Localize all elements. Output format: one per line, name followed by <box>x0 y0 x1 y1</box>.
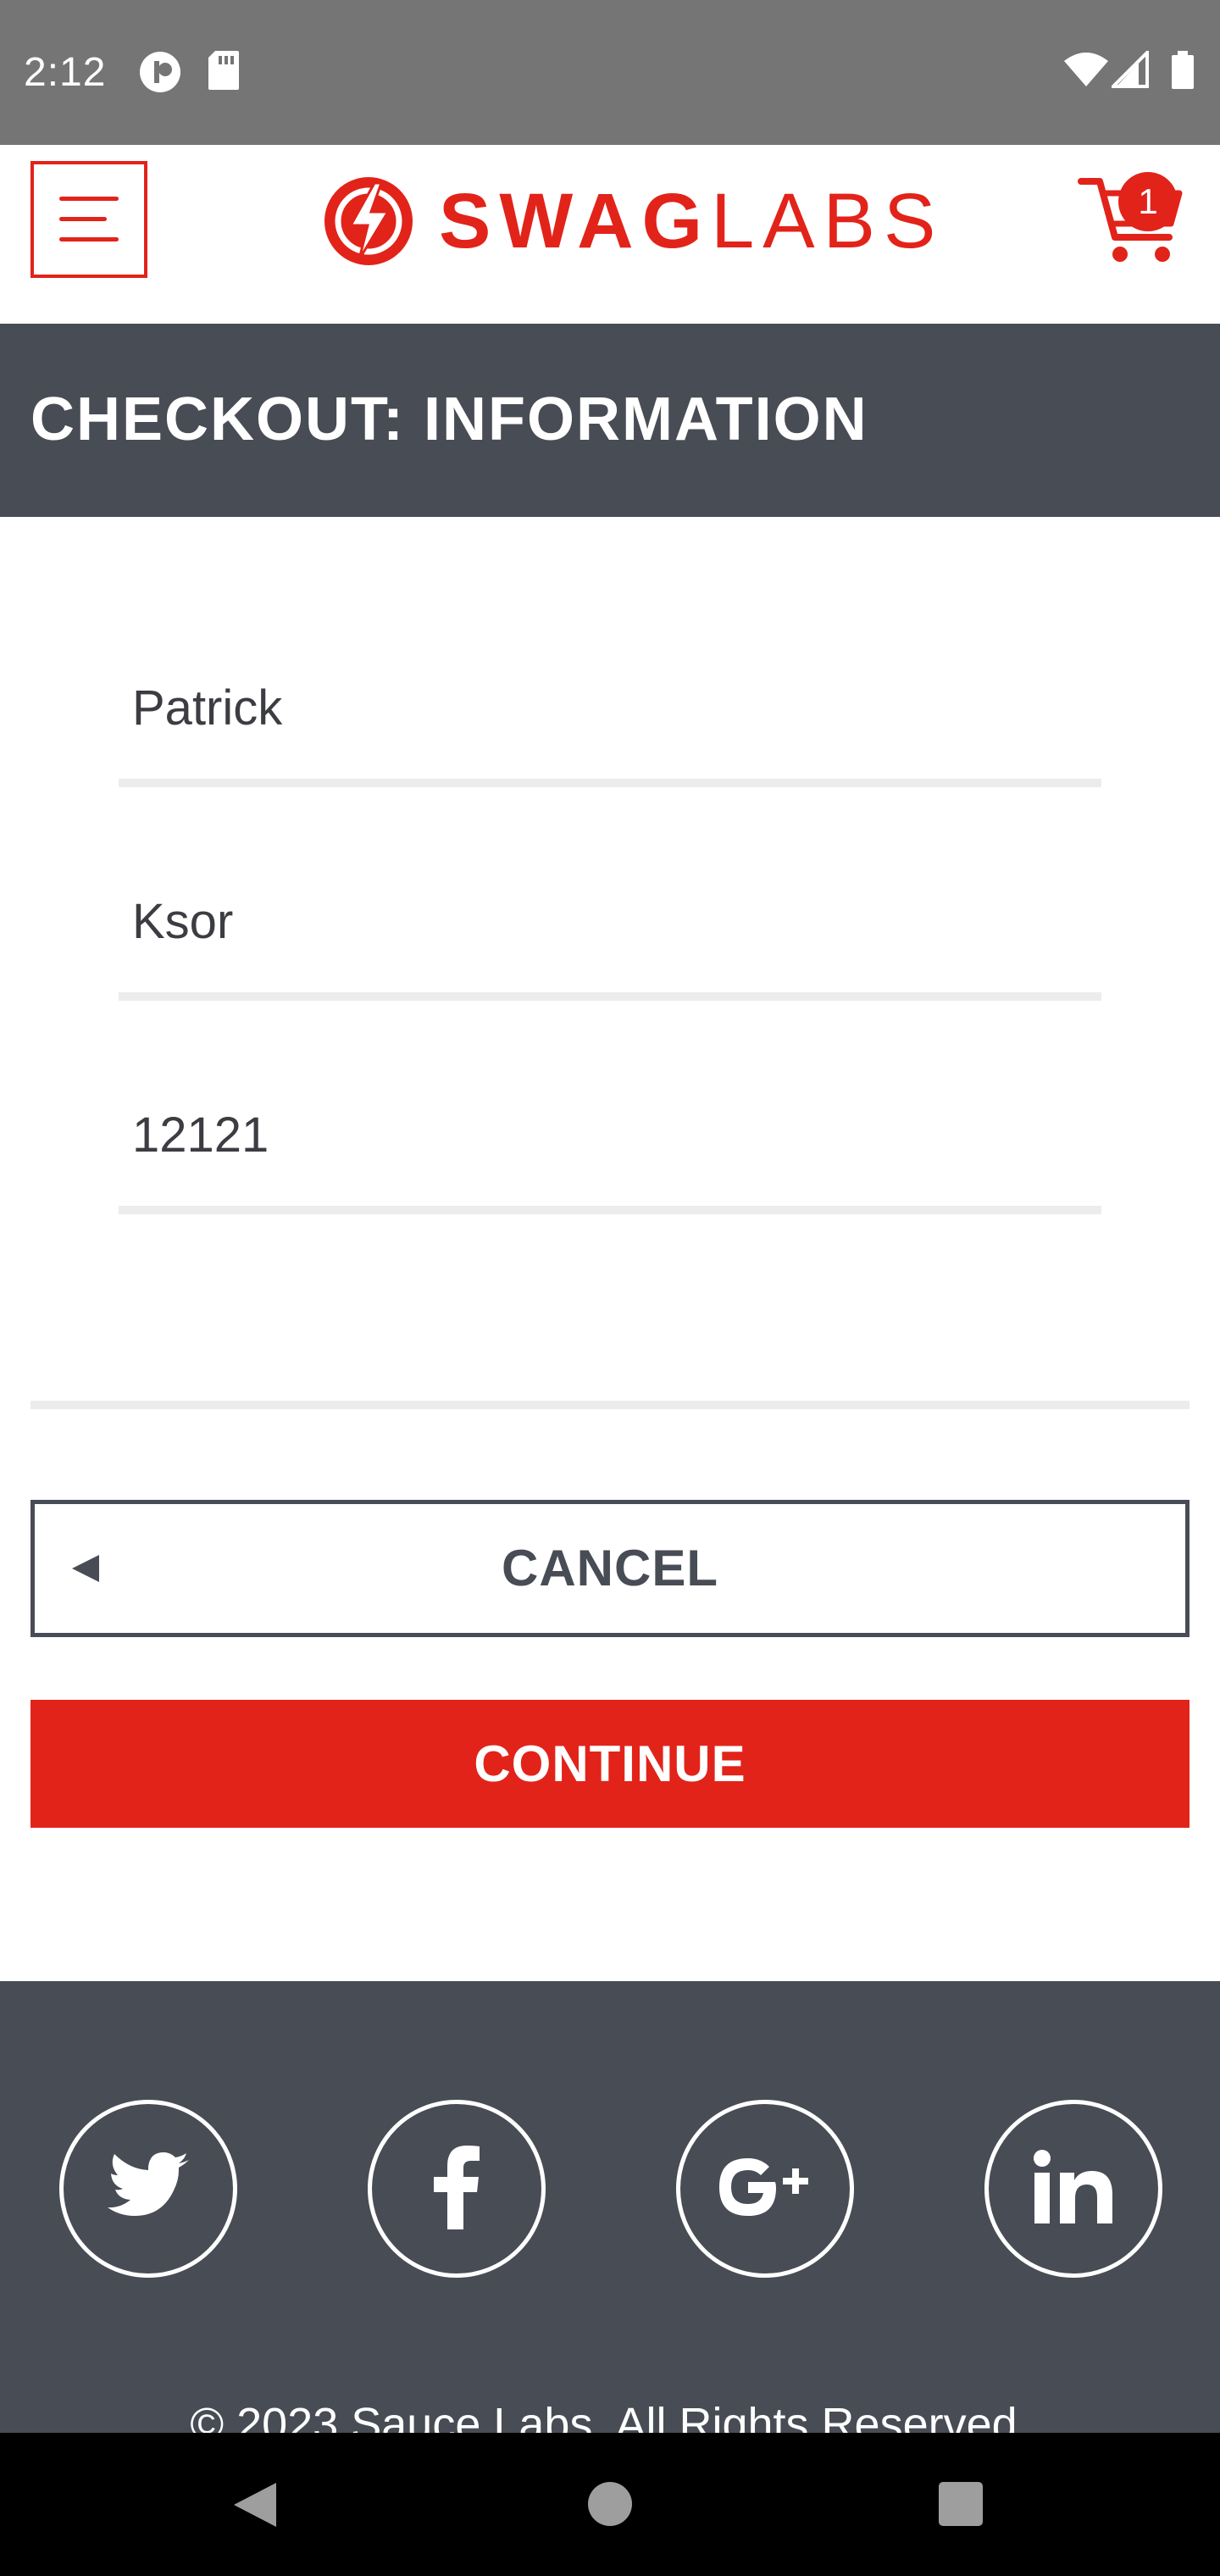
section-divider <box>30 1401 1190 1409</box>
page-title: CHECKOUT: INFORMATION <box>30 386 868 453</box>
menu-button[interactable] <box>30 161 147 278</box>
last-name-field[interactable] <box>119 874 1101 968</box>
swag-labs-logo: SWAGLABS <box>322 175 935 268</box>
twitter-icon <box>106 2151 191 2227</box>
continue-button-label: CONTINUE <box>474 1735 746 1792</box>
logo-wordmark: SWAGLABS <box>439 182 944 260</box>
back-icon[interactable] <box>232 2481 278 2533</box>
recents-icon[interactable] <box>939 2482 983 2526</box>
cell-signal-icon <box>1109 48 1149 92</box>
facebook-icon <box>431 2145 482 2234</box>
last-name-input[interactable] <box>119 874 1101 968</box>
last-name-underline <box>119 992 1101 1001</box>
cart-badge: 1 <box>1118 172 1178 231</box>
status-time: 2:12 <box>24 50 107 95</box>
linkedin-icon <box>1033 2149 1114 2229</box>
linkedin-button[interactable] <box>984 2100 1162 2278</box>
checkout-information-screen: 2:12 SWAGLABS 1 CHECKOUT: INFORMATION Pa… <box>0 0 1220 2576</box>
cancel-button[interactable]: CANCEL <box>30 1500 1190 1637</box>
twitter-button[interactable] <box>59 2100 237 2278</box>
logo-text-swag: SWAG <box>439 178 712 264</box>
home-icon[interactable] <box>588 2482 632 2526</box>
battery-icon <box>1171 51 1195 94</box>
first-name-field[interactable] <box>119 661 1101 754</box>
sd-card-icon <box>207 49 241 96</box>
postal-code-input[interactable] <box>119 1088 1101 1181</box>
sauce-app-notification-icon <box>137 49 183 99</box>
first-name-input[interactable] <box>119 661 1101 754</box>
continue-button[interactable]: CONTINUE <box>30 1700 1190 1828</box>
google-plus-icon <box>714 2153 816 2225</box>
wifi-icon <box>1062 51 1110 92</box>
postal-code-underline <box>119 1206 1101 1214</box>
copyright-text-container: © 2023 Sauce Labs. All Rights Reserved. <box>0 2395 1220 2433</box>
postal-code-field[interactable] <box>119 1088 1101 1181</box>
status-bar: 2:12 <box>0 0 1220 145</box>
copyright-text: © 2023 Sauce Labs. All Rights Reserved. <box>190 2399 1030 2433</box>
first-name-underline <box>119 779 1101 787</box>
google-plus-button[interactable] <box>676 2100 854 2278</box>
logo-text-labs: LABS <box>711 178 945 264</box>
facebook-button[interactable] <box>368 2100 546 2278</box>
cancel-button-label: CANCEL <box>502 1540 718 1596</box>
